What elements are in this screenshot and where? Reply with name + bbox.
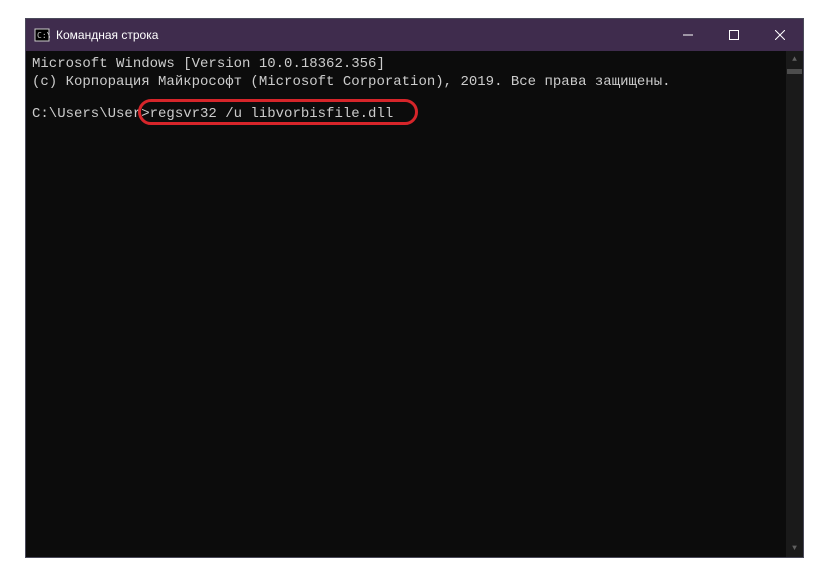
copyright-line: (c) Корпорация Майкрософт (Microsoft Cor… — [32, 73, 797, 91]
window-controls — [665, 19, 803, 51]
titlebar[interactable]: C:\ Командная строка — [26, 19, 803, 51]
scroll-down-icon[interactable]: ▼ — [786, 540, 803, 557]
scroll-up-icon[interactable]: ▲ — [786, 51, 803, 68]
close-button[interactable] — [757, 19, 803, 51]
minimize-button[interactable] — [665, 19, 711, 51]
prompt-line: C:\Users\User>regsvr32 /u libvorbisfile.… — [32, 105, 797, 123]
prompt-text: C:\Users\User> — [32, 105, 150, 123]
terminal-area[interactable]: Microsoft Windows [Version 10.0.18362.35… — [26, 51, 803, 557]
version-line: Microsoft Windows [Version 10.0.18362.35… — [32, 55, 797, 73]
window-title: Командная строка — [56, 28, 665, 42]
maximize-button[interactable] — [711, 19, 757, 51]
cmd-icon: C:\ — [34, 27, 50, 43]
scrollbar-thumb[interactable] — [787, 69, 802, 74]
svg-text:C:\: C:\ — [37, 31, 50, 40]
scrollbar[interactable]: ▲ ▼ — [786, 51, 803, 557]
cmd-window: C:\ Командная строка Microsoft Windows [… — [25, 18, 804, 558]
command-text: regsvr32 /u libvorbisfile.dll — [150, 105, 394, 123]
